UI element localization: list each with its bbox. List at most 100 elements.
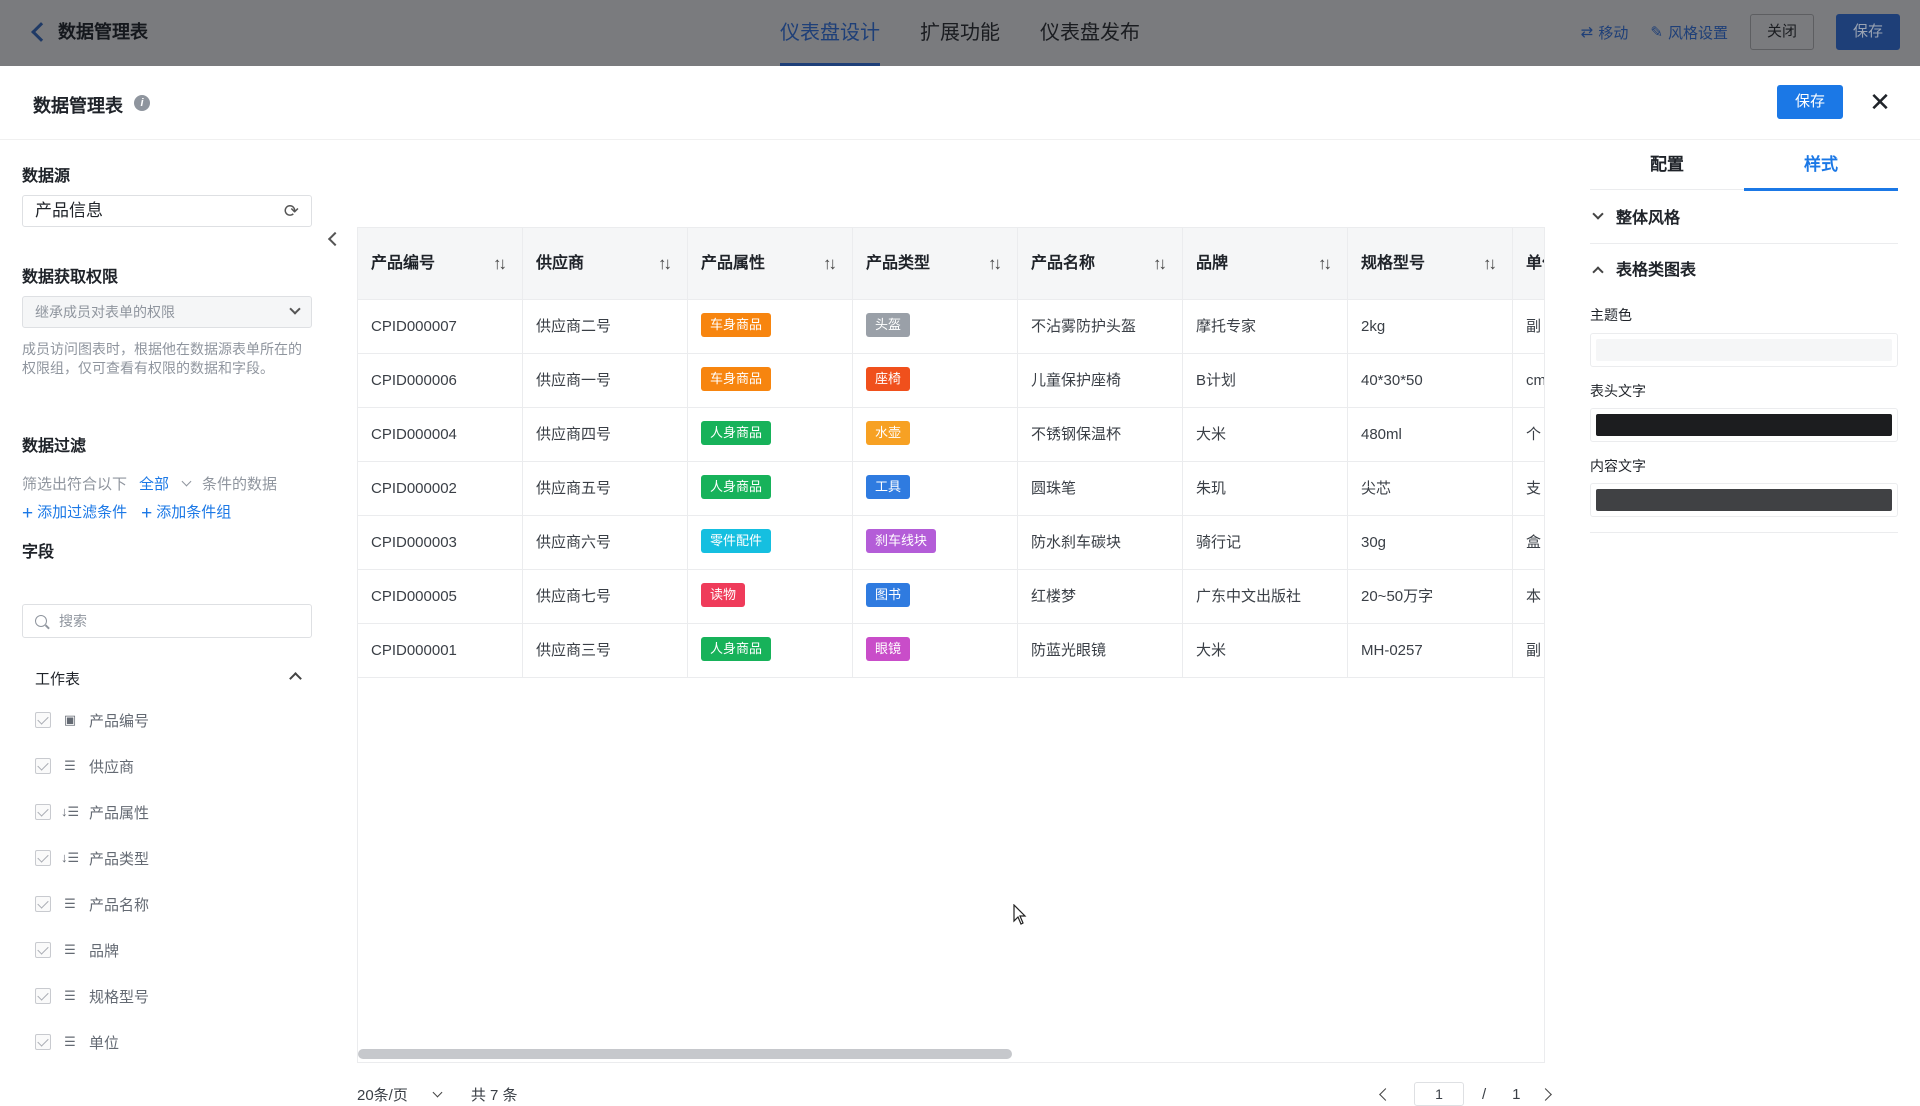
table-cell: 大米	[1183, 408, 1348, 462]
page-input[interactable]: 1	[1414, 1082, 1464, 1106]
table-cell: 供应商五号	[523, 462, 688, 516]
next-page-icon[interactable]	[1538, 1087, 1552, 1101]
table-cell: 2kg	[1348, 300, 1513, 354]
tab-config[interactable]: 配置	[1590, 140, 1744, 190]
option-tag: 读物	[701, 583, 746, 608]
checkbox[interactable]	[35, 988, 51, 1004]
table-cell: 供应商二号	[523, 300, 688, 354]
horizontal-scrollbar[interactable]	[358, 1049, 1012, 1059]
table-row[interactable]: CPID000006 供应商一号 车身商品 座椅 儿童保护座椅 B计划 40*30*50 cm	[358, 354, 1544, 408]
collapse-panel-icon[interactable]	[327, 231, 343, 247]
refresh-icon[interactable]: ⟳	[284, 196, 299, 226]
chevron-down-icon[interactable]	[432, 1087, 443, 1098]
column-header[interactable]: 单位	[1513, 228, 1544, 300]
field-item[interactable]: ☰ 品牌	[35, 939, 119, 961]
tab-dashboard-publish[interactable]: 仪表盘发布	[1040, 0, 1140, 66]
table-row[interactable]: CPID000002 供应商五号 人身商品 工具 圆珠笔 朱玑 尖芯支	[358, 462, 1544, 516]
sort-icon[interactable]: ↑↓	[823, 228, 837, 300]
content-text-color-picker[interactable]	[1590, 483, 1898, 517]
table-cell: 红楼梦	[1018, 570, 1183, 624]
add-filter-button[interactable]: + 添加过滤条件	[22, 501, 127, 525]
table-row[interactable]: CPID000003 供应商六号 零件配件 刹车线块 防水刹车碳块 骑行记 30g 盒	[358, 516, 1544, 570]
checkbox[interactable]	[35, 850, 51, 866]
column-header[interactable]: 供应商 ↑↓	[523, 228, 688, 300]
column-header[interactable]: 产品属性 ↑↓	[688, 228, 853, 300]
table-row[interactable]: CPID000001 供应商三号 人身商品 眼镜 防蓝光眼镜 大米 MH-0257 副	[358, 624, 1544, 678]
field-item[interactable]: ↓☰ 产品类型	[35, 847, 149, 869]
sort-icon[interactable]: ↑↓	[493, 228, 507, 300]
table-cell: 人身商品	[688, 624, 853, 678]
modal-header: 数据管理表 i 保存 ✕	[0, 66, 1920, 140]
chevron-down-icon[interactable]	[181, 476, 192, 487]
move-link[interactable]: ⇄ 移动	[1581, 22, 1629, 43]
info-icon[interactable]: i	[134, 95, 150, 111]
overall-style-section[interactable]: 整体风格	[1590, 194, 1898, 244]
table-row[interactable]: CPID000005 供应商七号 读物 图书 红楼梦 广东中文出版社 20~50万字本	[358, 570, 1544, 624]
theme-color-picker[interactable]	[1590, 333, 1898, 367]
permission-select[interactable]: 继承成员对表单的权限	[22, 296, 312, 328]
table-cell: 圆珠笔	[1018, 462, 1183, 516]
field-item[interactable]: ☰ 供应商	[35, 755, 134, 777]
sort-icon[interactable]: ↑↓	[988, 228, 1002, 300]
table-cell: 副	[1513, 300, 1544, 354]
sort-icon[interactable]: ↑↓	[1483, 228, 1497, 300]
back-button[interactable]: 数据管理表	[26, 18, 148, 44]
table-row[interactable]: CPID000004 供应商四号 人身商品 水壶 不锈钢保温杯 大米 480ml 个	[358, 408, 1544, 462]
tab-style[interactable]: 样式	[1744, 140, 1898, 191]
close-icon[interactable]: ✕	[1866, 88, 1894, 116]
move-icon: ⇄	[1580, 24, 1594, 41]
style-settings-link[interactable]: ✎ 风格设置	[1650, 22, 1728, 43]
text-field-icon: ☰	[64, 988, 76, 1003]
header-text-color-swatch	[1596, 414, 1892, 436]
sort-icon[interactable]: ↑↓	[658, 228, 672, 300]
column-header[interactable]: 产品类型 ↑↓	[853, 228, 1018, 300]
checkbox[interactable]	[35, 804, 51, 820]
field-item[interactable]: ↓☰ 产品属性	[35, 801, 149, 823]
filter-suffix: 条件的数据	[202, 476, 278, 493]
tab-extensions[interactable]: 扩展功能	[920, 0, 1000, 66]
table-cell: 供应商三号	[523, 624, 688, 678]
chevron-down-icon	[289, 303, 301, 315]
table-cell: MH-0257	[1348, 624, 1513, 678]
filter-scope-select[interactable]: 全部	[139, 473, 169, 494]
top-close-button[interactable]: 关闭	[1749, 14, 1814, 50]
table-row[interactable]: CPID000007 供应商二号 车身商品 头盔 不沾雾防护头盔 摩托专家 2kg 副	[358, 300, 1544, 354]
pagination-info: 20条/页 共 7 条	[357, 1084, 518, 1105]
checkbox[interactable]	[35, 896, 51, 912]
datasource-value: 产品信息	[35, 201, 103, 220]
field-item[interactable]: ☰ 单位	[35, 1031, 119, 1053]
modal-save-button[interactable]: 保存	[1777, 85, 1843, 119]
datasource-select[interactable]: 产品信息 ⟳	[22, 195, 312, 227]
page-size-select[interactable]: 20条/页	[357, 1084, 408, 1105]
sort-icon[interactable]: ↑↓	[1153, 228, 1167, 300]
field-item[interactable]: ☰ 产品名称	[35, 893, 149, 915]
header-text-color-picker[interactable]	[1590, 408, 1898, 442]
search-icon	[35, 615, 47, 627]
table-cell: 车身商品	[688, 300, 853, 354]
prev-page-icon[interactable]	[1379, 1087, 1392, 1101]
content-text-color-swatch	[1596, 489, 1892, 511]
field-search-input[interactable]: 搜索	[22, 604, 312, 638]
field-item[interactable]: ☰ 规格型号	[35, 985, 149, 1007]
checkbox[interactable]	[35, 1034, 51, 1050]
data-config-panel: 数据源 产品信息 ⟳ 数据获取权限 继承成员对表单的权限 成员访问图表时，根据他…	[22, 140, 312, 1079]
checkbox[interactable]	[35, 942, 51, 958]
column-header[interactable]: 品牌 ↑↓	[1183, 228, 1348, 300]
chevron-up-icon[interactable]	[289, 672, 302, 685]
add-group-button[interactable]: + 添加条件组	[141, 501, 231, 525]
tab-dashboard-design[interactable]: 仪表盘设计	[780, 0, 880, 66]
sort-icon[interactable]: ↑↓	[1318, 228, 1332, 300]
checkbox[interactable]	[35, 712, 51, 728]
field-item[interactable]: ▣ 产品编号	[35, 709, 149, 731]
pagination-controls: 1 / 1	[1379, 1082, 1552, 1106]
worksheet-group-header[interactable]: 工作表	[35, 668, 312, 692]
checkbox[interactable]	[35, 758, 51, 774]
column-header[interactable]: 规格型号 ↑↓	[1348, 228, 1513, 300]
column-header[interactable]: 产品编号 ↑↓	[358, 228, 523, 300]
top-save-button[interactable]: 保存	[1835, 14, 1900, 50]
column-header[interactable]: 产品名称 ↑↓	[1018, 228, 1183, 300]
table-cell: 眼镜	[853, 624, 1018, 678]
option-tag: 座椅	[866, 367, 911, 392]
table-cell: 朱玑	[1183, 462, 1348, 516]
table-chart-section[interactable]: 表格类图表	[1590, 246, 1898, 296]
